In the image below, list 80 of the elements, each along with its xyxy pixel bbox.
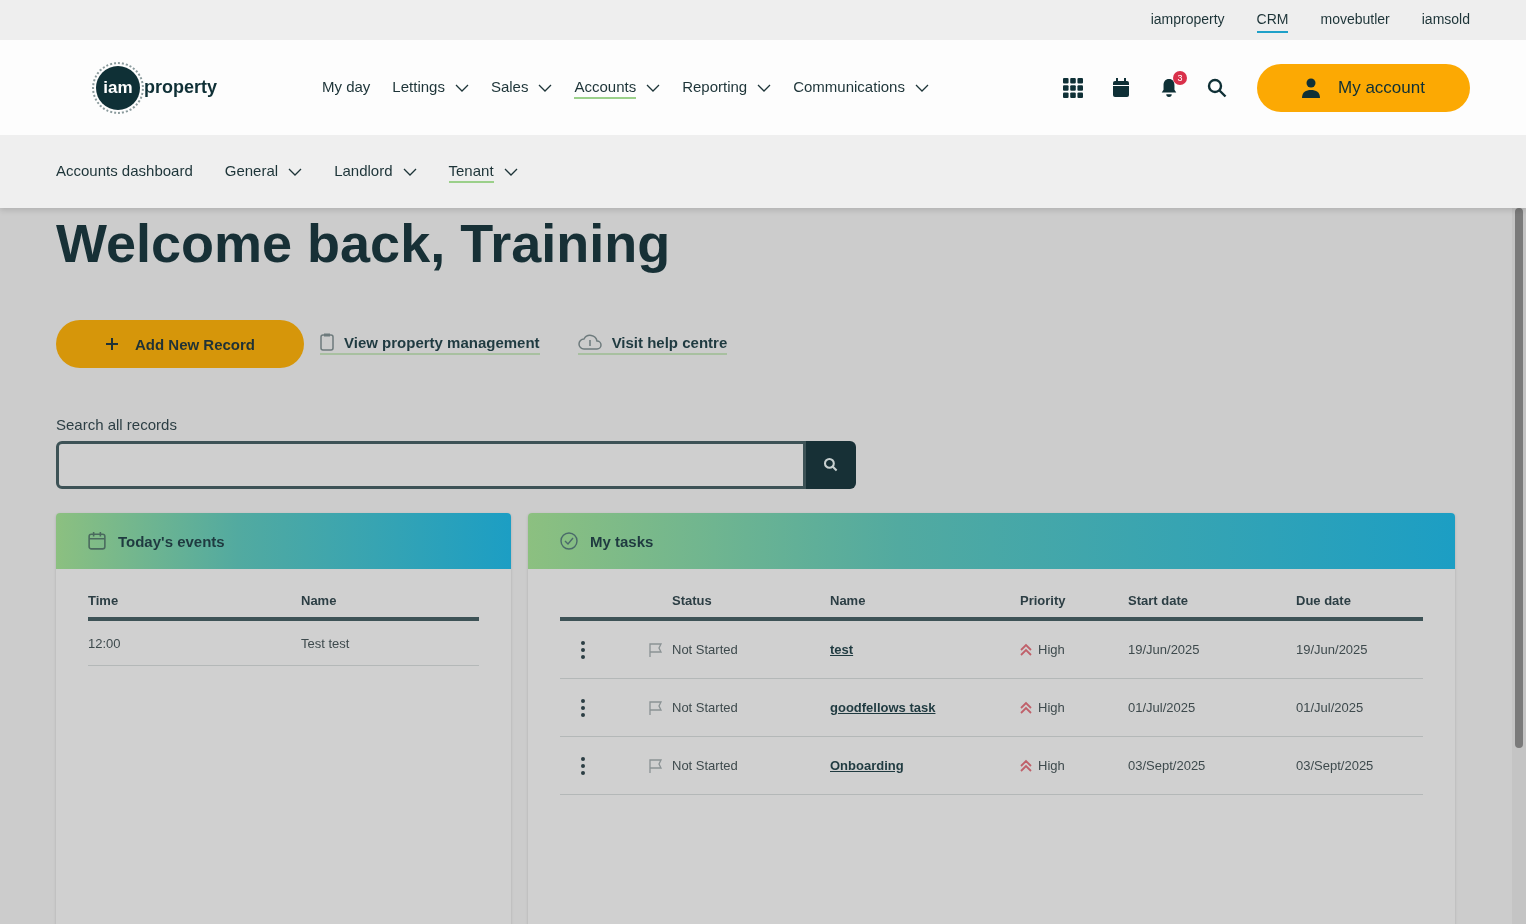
table-cell-text: 01/Jul/2025 xyxy=(1128,700,1197,715)
table-cell-text: 03/Sept/2025 xyxy=(1128,758,1207,773)
table-cell-text: Test test xyxy=(301,635,351,651)
card-title: My tasks xyxy=(590,532,654,550)
column-header: Status xyxy=(672,592,713,608)
table-cell-text: 19/Jun/2025 xyxy=(1296,642,1369,657)
chevron-down-icon[interactable] xyxy=(454,83,469,92)
search-button[interactable] xyxy=(806,441,856,489)
logo-badge: iam xyxy=(96,65,140,110)
more-options-icon[interactable] xyxy=(581,756,585,775)
cloud-icon xyxy=(577,333,602,351)
task-link[interactable]: test xyxy=(830,642,1020,657)
bell-icon[interactable] xyxy=(1159,77,1179,98)
chevron-down-icon[interactable] xyxy=(646,83,661,92)
nav-item[interactable]: My day xyxy=(322,76,371,99)
column-header: Name xyxy=(830,592,867,608)
column-header: Time xyxy=(88,592,120,608)
table-cell-text: Not Started xyxy=(672,642,739,657)
search-icon xyxy=(823,457,839,473)
table-cell-text: 12:00 xyxy=(88,635,122,651)
search-icon[interactable] xyxy=(1207,77,1227,98)
notification-badge: 3 xyxy=(1173,70,1187,85)
subnav-item[interactable]: Tenant xyxy=(448,160,518,183)
flag-icon xyxy=(648,699,664,716)
add-record-button[interactable]: Add New Record xyxy=(56,320,304,368)
chevron-down-icon[interactable] xyxy=(757,83,772,92)
calendar-icon xyxy=(88,532,106,550)
action-link[interactable]: View property management xyxy=(320,333,540,355)
nav-item[interactable]: Reporting xyxy=(682,76,772,99)
column-header: Due date xyxy=(1296,592,1352,608)
card-title: Today's events xyxy=(118,532,225,550)
table-cell: High xyxy=(1038,642,1065,657)
site-link[interactable]: iamproperty xyxy=(1150,7,1225,33)
flag-icon xyxy=(648,757,664,774)
site-link[interactable]: CRM xyxy=(1256,7,1289,33)
chevron-down-icon[interactable] xyxy=(914,83,929,92)
table-cell-text: 01/Jul/2025 xyxy=(1296,700,1365,715)
table-cell-text: Not Started xyxy=(672,700,739,715)
task-link[interactable]: goodfellows task xyxy=(830,700,1020,715)
subnav-item[interactable]: Landlord xyxy=(334,160,417,183)
subnav-item[interactable]: General xyxy=(224,160,303,183)
search-label: Search all records xyxy=(56,416,178,433)
search-field[interactable] xyxy=(56,441,806,489)
column-header: Name xyxy=(301,592,338,608)
chevron-down-icon[interactable] xyxy=(538,83,553,92)
column-header: Start date xyxy=(1128,592,1189,608)
more-options-icon[interactable] xyxy=(581,698,585,717)
nav-item[interactable]: Accounts xyxy=(574,76,661,99)
welcome-heading: Welcome back, Training xyxy=(56,212,672,274)
chevron-down-icon[interactable] xyxy=(288,167,303,176)
person-icon xyxy=(1302,77,1321,98)
chevron-down-icon[interactable] xyxy=(503,167,518,176)
calendar-icon[interactable] xyxy=(1111,77,1131,98)
flag-icon xyxy=(648,641,664,658)
clipboard-icon xyxy=(320,333,334,351)
site-link[interactable]: iamsold xyxy=(1421,7,1470,33)
nav-item[interactable]: Communications xyxy=(793,76,929,99)
site-link[interactable]: movebutler xyxy=(1320,7,1390,33)
subnav-item[interactable]: Accounts dashboard xyxy=(56,160,193,183)
scrollbar-thumb[interactable] xyxy=(1515,208,1523,748)
action-link[interactable]: Visit help centre xyxy=(577,333,728,355)
task-link[interactable]: Onboarding xyxy=(830,758,1020,773)
table-cell: High xyxy=(1038,700,1065,715)
chevron-down-icon[interactable] xyxy=(402,167,417,176)
priority-icon xyxy=(1020,700,1032,715)
logo-text: property xyxy=(144,77,217,98)
more-options-icon[interactable] xyxy=(581,640,585,659)
my-account-button[interactable]: My account xyxy=(1257,63,1470,112)
apps-grid-icon[interactable] xyxy=(1063,77,1083,98)
nav-item[interactable]: Sales xyxy=(490,76,553,99)
table-cell-text: Not Started xyxy=(672,758,739,773)
priority-icon xyxy=(1020,758,1032,773)
check-circle-icon xyxy=(560,532,578,550)
column-header: Priority xyxy=(1020,592,1067,608)
table-cell-text: 03/Sept/2025 xyxy=(1296,758,1375,773)
priority-icon xyxy=(1020,642,1032,657)
nav-item[interactable]: Lettings xyxy=(392,76,469,99)
table-cell-text: 19/Jun/2025 xyxy=(1128,642,1201,657)
plus-icon xyxy=(105,337,119,351)
table-cell: High xyxy=(1038,758,1065,773)
